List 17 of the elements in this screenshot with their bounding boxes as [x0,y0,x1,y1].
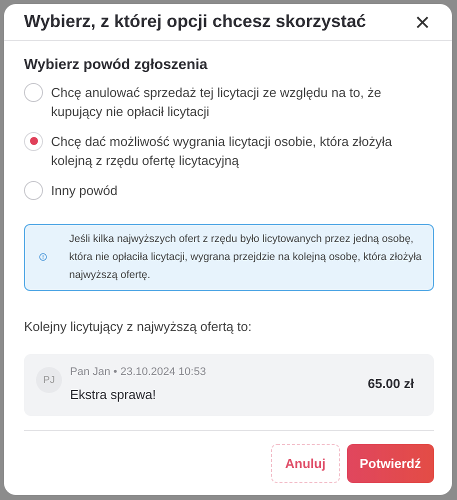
close-button[interactable]: × [412,8,432,35]
option-label[interactable]: Chcę anulować sprzedaż tej licytacji ze względu na to, że kupujący nie opłacił licytacji [51,82,434,120]
next-bidder-label: Kolejny licytujący z najwyższą ofertą to: [24,318,253,336]
cancel-button[interactable]: Anuluj [271,444,340,483]
section-heading: Wybierz powód zgłoszenia [24,56,208,75]
radio-button[interactable] [24,180,43,200]
bid-meta: Pan Jan • 23.10.2024 10:53 [70,365,206,380]
option-label[interactable]: Chcę dać możliwość wygrania licytacji osobie, która złożyła kolejną z rzędu ofertę licytacyjną [51,132,434,170]
radio-button[interactable] [24,132,43,150]
info-text: Jeśli kilka najwyższych ofert z rzędu było licytowanych przez jedną osobę, która nie opłaciła licytacji, wygrana przejdzie na kolejną osobę, która złożyła najwyższą ofertę. [69,232,423,282]
bid-comment: Ekstra sprawa! [70,386,157,404]
option-label[interactable]: Inny powód [51,180,118,200]
bid-amount: 65.00 zł [368,375,414,394]
modal-title: Wybierz, z której opcji chcesz skorzystać [24,11,366,32]
avatar: PJ [36,367,62,393]
radio-button[interactable] [24,82,43,102]
confirm-button[interactable]: Potwierdź [346,444,434,483]
